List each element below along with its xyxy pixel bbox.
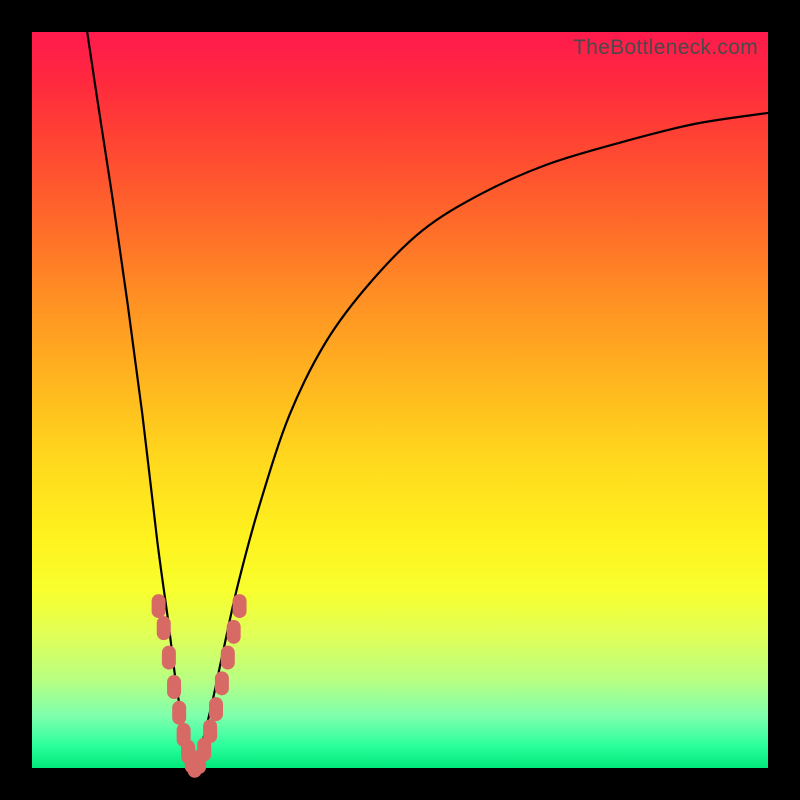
curve-right-branch: [193, 113, 768, 768]
data-marker: [157, 616, 171, 640]
chart-frame: TheBottleneck.com: [0, 0, 800, 800]
curve-left-branch: [87, 32, 193, 768]
data-marker: [162, 646, 176, 670]
data-marker: [227, 620, 241, 644]
data-marker: [215, 671, 229, 695]
data-marker: [172, 701, 186, 725]
data-marker: [167, 675, 181, 699]
data-marker: [209, 697, 223, 721]
marker-cluster: [152, 594, 247, 778]
curve-series: [87, 32, 768, 768]
chart-svg: [32, 32, 768, 768]
data-marker: [203, 719, 217, 743]
data-marker: [152, 594, 166, 618]
data-marker: [233, 594, 247, 618]
data-marker: [221, 646, 235, 670]
plot-area: TheBottleneck.com: [32, 32, 768, 768]
